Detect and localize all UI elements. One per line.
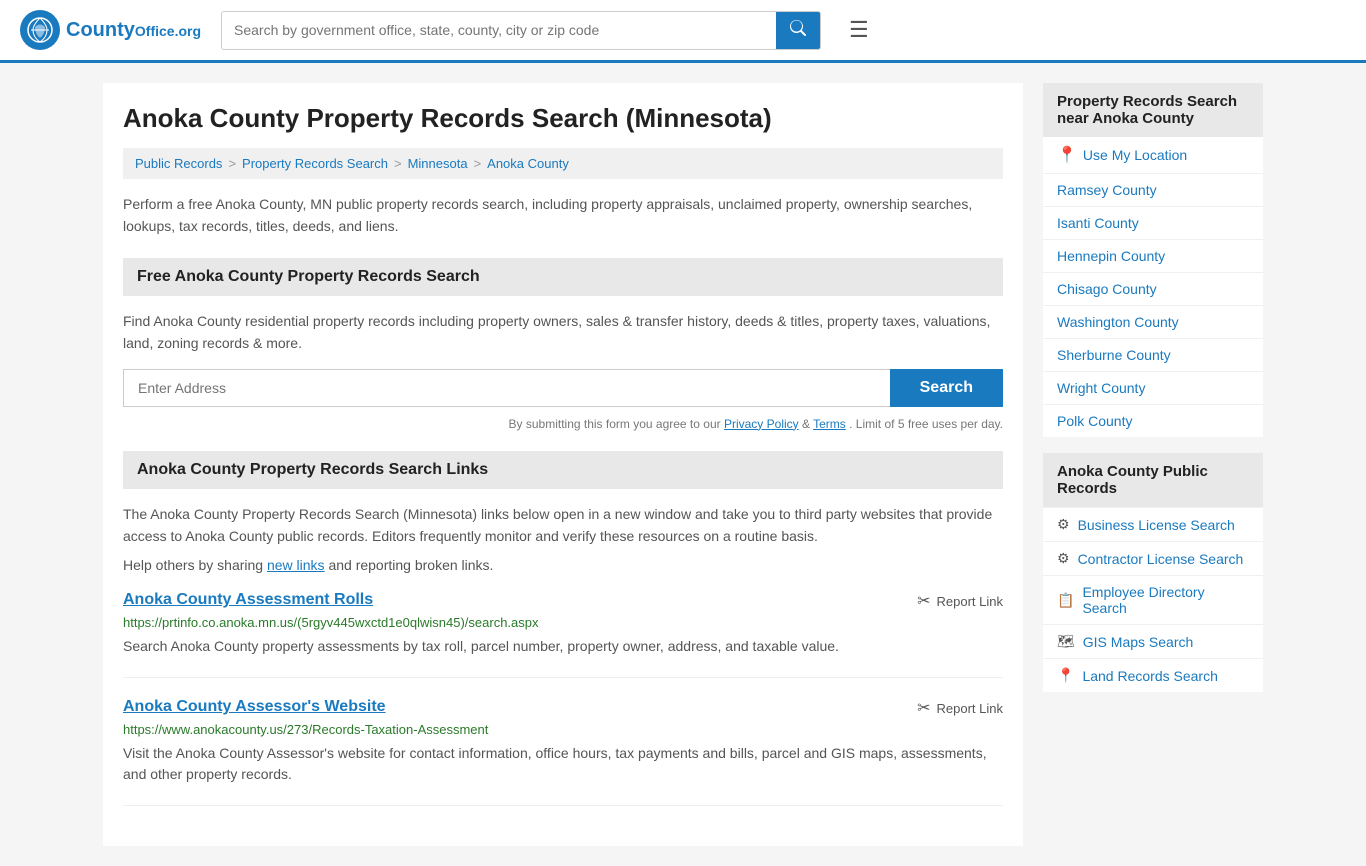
links-intro-text: The Anoka County Property Records Search… (123, 503, 1003, 548)
sidebar-link-wright[interactable]: Wright County (1043, 371, 1263, 404)
address-search-button[interactable]: Search (890, 369, 1003, 407)
sidebar: Property Records Search near Anoka Count… (1043, 83, 1263, 846)
free-search-header: Free Anoka County Property Records Searc… (123, 258, 1003, 296)
assessor-website-link[interactable]: Anoka County Assessor's Website (123, 698, 386, 716)
sidebar-link-washington[interactable]: Washington County (1043, 305, 1263, 338)
site-header: CountyOffice.org ☰ (0, 0, 1366, 63)
links-section-header: Anoka County Property Records Search Lin… (123, 451, 1003, 489)
list-icon-employee: 📋 (1057, 592, 1074, 609)
sidebar-link-isanti[interactable]: Isanti County (1043, 206, 1263, 239)
sidebar-link-sherburne[interactable]: Sherburne County (1043, 338, 1263, 371)
breadcrumb-sep-1: > (228, 156, 236, 171)
global-search-bar (221, 11, 821, 50)
page-title: Anoka County Property Records Search (Mi… (123, 103, 1003, 134)
breadcrumb-sep-3: > (474, 156, 482, 171)
assessment-rolls-link[interactable]: Anoka County Assessment Rolls (123, 591, 373, 609)
record-link-url-1: https://prtinfo.co.anoka.mn.us/(5rgyv445… (123, 615, 1003, 630)
pin-icon: 📍 (1057, 145, 1077, 165)
breadcrumb-anoka-county[interactable]: Anoka County (487, 156, 569, 171)
record-link-header-1: Anoka County Assessment Rolls ✂ Report L… (123, 591, 1003, 611)
sidebar-item-contractor-license[interactable]: ⚙ Contractor License Search (1043, 541, 1263, 575)
record-link-url-2: https://www.anokacounty.us/273/Records-T… (123, 722, 1003, 737)
record-link-desc-2: Visit the Anoka County Assessor's websit… (123, 743, 1003, 785)
sidebar-item-gis-maps[interactable]: 🗺 GIS Maps Search (1043, 624, 1263, 658)
report-icon-2: ✂ (917, 698, 930, 718)
main-container: Anoka County Property Records Search (Mi… (83, 63, 1283, 866)
report-link-button-2[interactable]: ✂ Report Link (917, 698, 1003, 718)
report-icon-1: ✂ (917, 591, 930, 611)
breadcrumb-public-records[interactable]: Public Records (135, 156, 222, 171)
global-search-input[interactable] (222, 14, 776, 46)
sidebar-link-chisago[interactable]: Chisago County (1043, 272, 1263, 305)
map-icon-gis: 🗺 (1057, 633, 1075, 650)
record-link-item: Anoka County Assessment Rolls ✂ Report L… (123, 591, 1003, 678)
public-records-header: Anoka County Public Records (1043, 453, 1263, 507)
gear-icon-business: ⚙ (1057, 516, 1070, 533)
share-links-text: Help others by sharing new links and rep… (123, 557, 1003, 573)
new-links-link[interactable]: new links (267, 557, 325, 573)
use-my-location-link[interactable]: 📍 Use My Location (1043, 137, 1263, 173)
breadcrumb-sep-2: > (394, 156, 402, 171)
content-area: Anoka County Property Records Search (Mi… (103, 83, 1023, 846)
form-disclaimer: By submitting this form you agree to our… (123, 417, 1003, 431)
record-link-header-2: Anoka County Assessor's Website ✂ Report… (123, 698, 1003, 718)
nearby-counties-header: Property Records Search near Anoka Count… (1043, 83, 1263, 137)
record-link-item-2: Anoka County Assessor's Website ✂ Report… (123, 698, 1003, 806)
terms-link[interactable]: Terms (813, 417, 846, 431)
report-link-button-1[interactable]: ✂ Report Link (917, 591, 1003, 611)
global-search-button[interactable] (776, 12, 820, 49)
nearby-counties-section: Property Records Search near Anoka Count… (1043, 83, 1263, 437)
logo-text: CountyOffice.org (66, 19, 201, 42)
address-search-form: Search (123, 369, 1003, 407)
breadcrumb: Public Records > Property Records Search… (123, 148, 1003, 179)
page-intro-text: Perform a free Anoka County, MN public p… (123, 193, 1003, 238)
public-records-section: Anoka County Public Records ⚙ Business L… (1043, 453, 1263, 692)
sidebar-item-business-license[interactable]: ⚙ Business License Search (1043, 507, 1263, 541)
site-logo[interactable]: CountyOffice.org (20, 10, 201, 50)
pin-icon-land: 📍 (1057, 667, 1074, 684)
record-link-desc-1: Search Anoka County property assessments… (123, 636, 1003, 657)
logo-icon (20, 10, 60, 50)
privacy-policy-link[interactable]: Privacy Policy (724, 417, 799, 431)
gear-icon-contractor: ⚙ (1057, 550, 1070, 567)
free-search-desc: Find Anoka County residential property r… (123, 310, 1003, 355)
hamburger-menu-button[interactable]: ☰ (841, 13, 877, 47)
breadcrumb-minnesota[interactable]: Minnesota (408, 156, 468, 171)
sidebar-link-polk[interactable]: Polk County (1043, 404, 1263, 437)
breadcrumb-property-records-search[interactable]: Property Records Search (242, 156, 388, 171)
sidebar-item-land-records[interactable]: 📍 Land Records Search (1043, 658, 1263, 692)
sidebar-link-hennepin[interactable]: Hennepin County (1043, 239, 1263, 272)
sidebar-item-employee-directory[interactable]: 📋 Employee Directory Search (1043, 575, 1263, 624)
sidebar-link-ramsey[interactable]: Ramsey County (1043, 173, 1263, 206)
address-search-input[interactable] (123, 369, 890, 407)
